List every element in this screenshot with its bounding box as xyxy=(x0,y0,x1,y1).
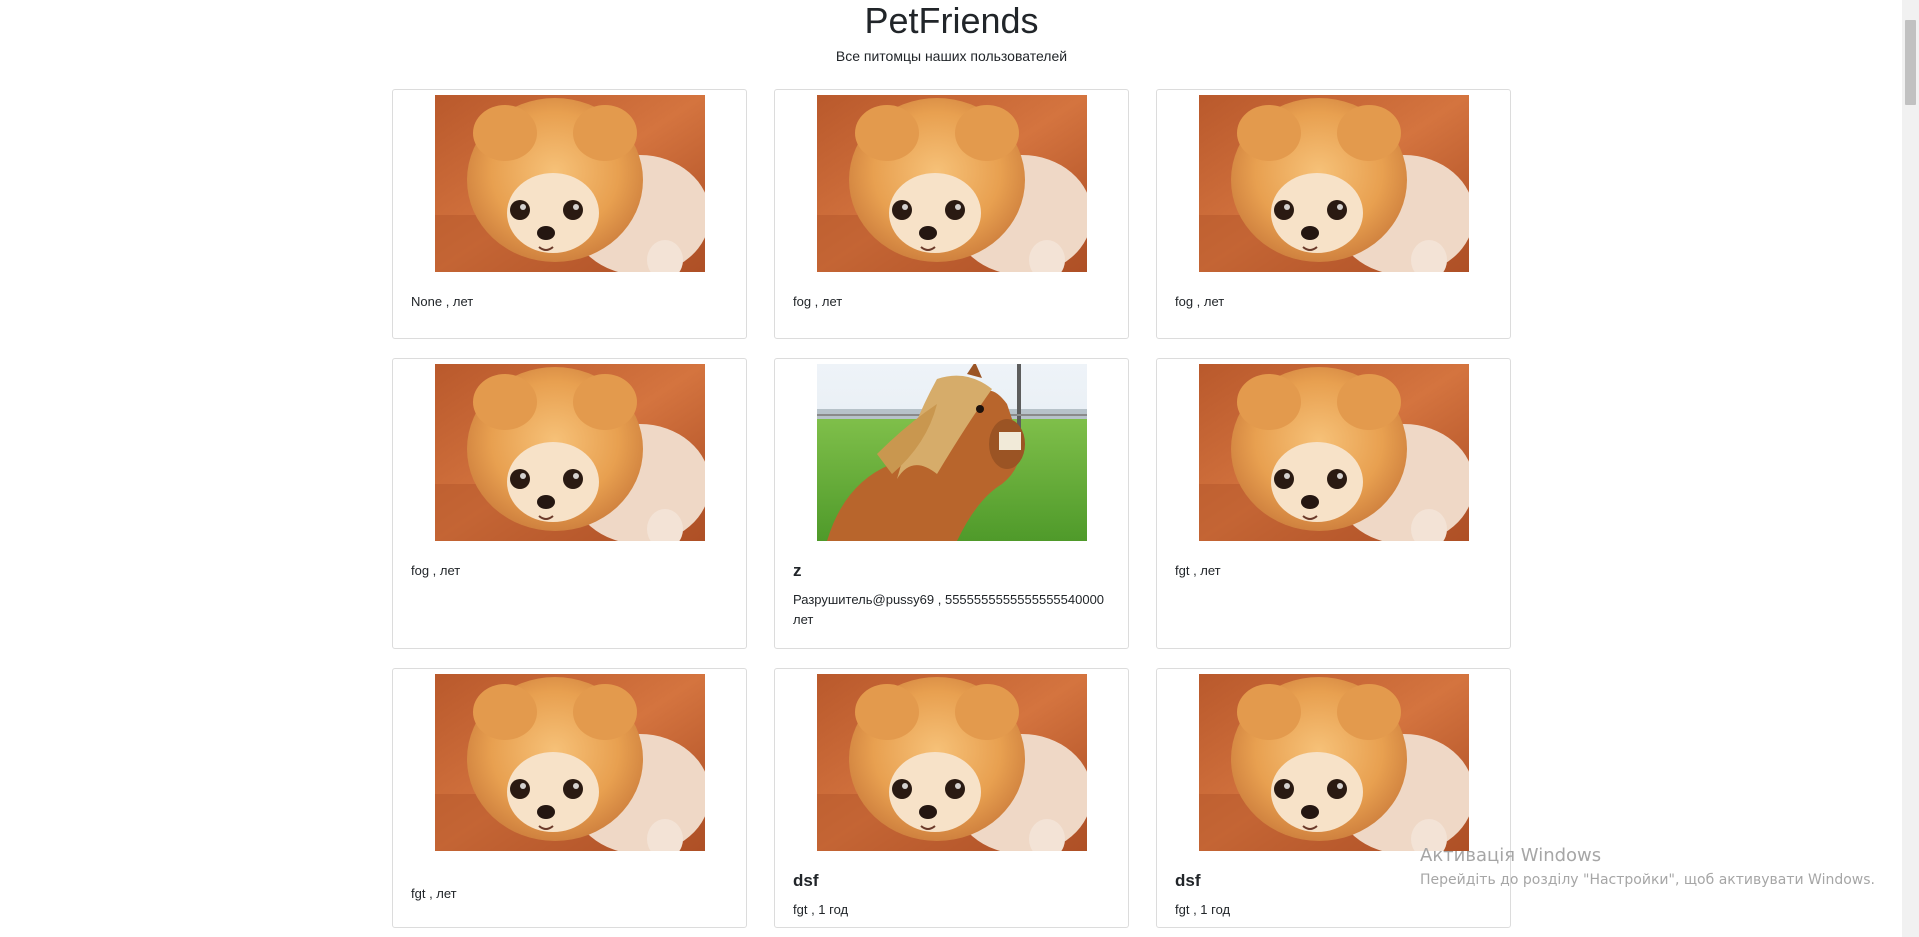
pet-info: fgt , 1 год xyxy=(1175,902,1231,917)
site-title[interactable]: PetFriends xyxy=(0,0,1903,42)
pet-photo xyxy=(434,674,705,851)
pomeranian-photo xyxy=(1198,674,1469,851)
pet-card[interactable]: fgt , лет xyxy=(1156,358,1511,649)
pet-photo xyxy=(816,674,1087,851)
pet-photo xyxy=(816,364,1087,541)
pet-card[interactable]: dsf fgt , 1 год xyxy=(774,668,1129,928)
pet-name: dsf xyxy=(793,871,819,890)
windows-activation-watermark: Активація Windows Перейдіть до розділу "… xyxy=(1420,845,1875,890)
scrollbar-thumb[interactable] xyxy=(1905,20,1916,105)
pet-info: fgt , лет xyxy=(411,886,457,901)
pet-info: None , лет xyxy=(411,294,474,309)
pet-card[interactable]: z Разрушитель@pussy69 , 5555555555555555… xyxy=(774,358,1129,649)
pet-info: fog , лет xyxy=(411,563,461,578)
pomeranian-photo xyxy=(816,674,1087,851)
page: PetFriends Все питомцы наших пользовател… xyxy=(0,0,1919,937)
pomeranian-photo xyxy=(1198,364,1469,541)
pet-card[interactable]: None , лет xyxy=(392,89,747,339)
pet-info: fgt , 1 год xyxy=(793,902,849,917)
pomeranian-photo xyxy=(434,95,705,272)
pet-name: z xyxy=(793,561,802,580)
vertical-scrollbar[interactable] xyxy=(1902,0,1919,937)
pet-photo xyxy=(434,364,705,541)
pet-photo xyxy=(816,95,1087,272)
watermark-title: Активація Windows xyxy=(1420,845,1602,866)
pet-cards-grid: None , лет fog , лет fog , лет fog , лет… xyxy=(392,89,1513,928)
pomeranian-photo xyxy=(434,364,705,541)
pet-card[interactable]: fgt , лет xyxy=(392,668,747,928)
site-subtitle: Все питомцы наших пользователей xyxy=(835,48,1068,64)
pet-photo xyxy=(1198,364,1469,541)
pet-info: fgt , лет xyxy=(1175,563,1221,578)
pet-photo xyxy=(434,95,705,272)
pet-photo xyxy=(1198,95,1469,272)
pet-info: fog , лет xyxy=(793,294,843,309)
pomeranian-photo xyxy=(1198,95,1469,272)
pet-info: fog , лет xyxy=(1175,294,1225,309)
pet-card[interactable]: fog , лет xyxy=(392,358,747,649)
watermark-text: Перейдіть до розділу "Настройки", щоб ак… xyxy=(1420,872,1875,888)
pomeranian-photo xyxy=(816,95,1087,272)
pet-card[interactable]: fog , лет xyxy=(774,89,1129,339)
header: PetFriends Все питомцы наших пользовател… xyxy=(0,0,1903,64)
horse-photo xyxy=(816,364,1087,541)
pet-photo xyxy=(1198,674,1469,851)
pomeranian-photo xyxy=(434,674,705,851)
pet-info: Разрушитель@pussy69 , 555555555555555554… xyxy=(793,592,1105,627)
pet-card[interactable]: fog , лет xyxy=(1156,89,1511,339)
